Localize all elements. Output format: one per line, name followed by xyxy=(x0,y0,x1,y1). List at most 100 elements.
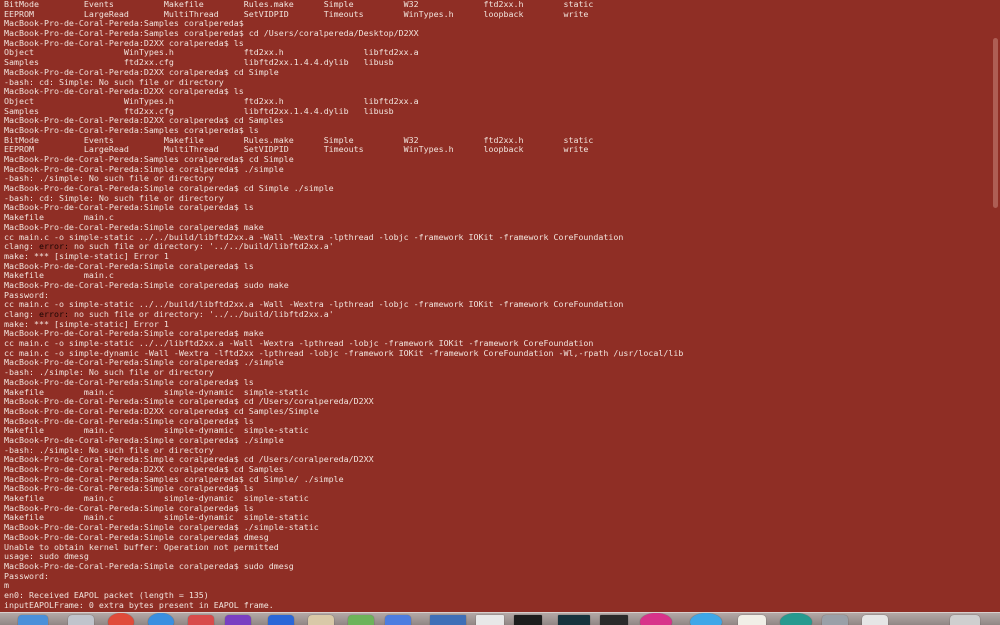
terminal-line: -bash: ./simple: No such file or directo… xyxy=(4,174,990,184)
terminal-line: MacBook-Pro-de-Coral-Pereda:Simple coral… xyxy=(4,562,990,572)
finder-icon[interactable] xyxy=(18,615,48,625)
terminal-text: MacBook-Pro-de-Coral-Pereda:Simple coral… xyxy=(4,164,284,174)
terminal-text: MacBook-Pro-de-Coral-Pereda:Simple coral… xyxy=(4,484,254,494)
terminal-line: MacBook-Pro-de-Coral-Pereda:D2XX coralpe… xyxy=(4,407,990,417)
terminal-line: -bash: ./simple: No such file or directo… xyxy=(4,446,990,456)
terminal-text: MacBook-Pro-de-Coral-Pereda:Simple coral… xyxy=(4,435,284,445)
terminal-scrollbar[interactable] xyxy=(990,0,1000,612)
terminal-line: MacBook-Pro-de-Coral-Pereda:Simple coral… xyxy=(4,262,990,272)
notes-icon[interactable] xyxy=(738,615,766,625)
terminal-text: MacBook-Pro-de-Coral-Pereda:Simple coral… xyxy=(4,222,264,232)
xcode-window-icon[interactable] xyxy=(558,615,590,625)
terminal-text: Password: xyxy=(4,290,49,300)
contacts-icon[interactable] xyxy=(308,615,334,625)
terminal-text: Object WinTypes.h ftd2xx.h libftd2xx.a xyxy=(4,48,419,58)
terminal-line: Object WinTypes.h ftd2xx.h libftd2xx.a xyxy=(4,97,990,107)
terminal-line: MacBook-Pro-de-Coral-Pereda:Simple coral… xyxy=(4,281,990,291)
terminal-text: cc main.c -o simple-static ../../libftd2… xyxy=(4,339,594,349)
terminal-line: MacBook-Pro-de-Coral-Pereda:Simple coral… xyxy=(4,436,990,446)
terminal-line: MacBook-Pro-de-Coral-Pereda:Simple coral… xyxy=(4,165,990,175)
terminal-line: Samples ftd2xx.cfg libftd2xx.1.4.4.dylib… xyxy=(4,107,990,117)
itunes-icon[interactable] xyxy=(385,615,411,625)
terminal-output[interactable]: BitMode Events Makefile Rules.make Simpl… xyxy=(0,0,990,612)
terminal-text: -bash: ./simple: No such file or directo… xyxy=(4,174,214,184)
terminal-line: cc main.c -o simple-static ../../build/l… xyxy=(4,300,990,310)
terminal-line: MacBook-Pro-de-Coral-Pereda:Simple coral… xyxy=(4,504,990,514)
terminal-line: MacBook-Pro-de-Coral-Pereda:D2XX coralpe… xyxy=(4,116,990,126)
terminal-line: EEPROM LargeRead MultiThread SetVIDPID T… xyxy=(4,10,990,20)
terminal-text: Makefile main.c simple-dynamic simple-st… xyxy=(4,426,309,436)
terminal-line: MacBook-Pro-de-Coral-Pereda:Simple coral… xyxy=(4,378,990,388)
messages-icon[interactable] xyxy=(188,615,214,625)
terminal-text: MacBook-Pro-de-Coral-Pereda:Samples cora… xyxy=(4,474,344,484)
terminal-line: cc main.c -o simple-dynamic -Wall -Wextr… xyxy=(4,349,990,359)
terminal-text: make: *** [simple-static] Error 1 xyxy=(4,251,169,261)
terminal-line: MacBook-Pro-de-Coral-Pereda:Simple coral… xyxy=(4,523,990,533)
documents-folder-icon[interactable] xyxy=(862,615,888,625)
error-keyword: error: xyxy=(38,310,69,319)
maps-icon[interactable] xyxy=(348,615,374,625)
terminal-text: make: *** [simple-static] Error 1 xyxy=(4,319,169,329)
system-preferences-icon[interactable] xyxy=(822,615,848,625)
creative-cloud-icon[interactable] xyxy=(640,613,672,625)
terminal-text: MacBook-Pro-de-Coral-Pereda:Simple coral… xyxy=(4,416,254,426)
terminal-text: -bash: ./simple: No such file or directo… xyxy=(4,368,214,378)
terminal-text: Makefile main.c simple-dynamic simple-st… xyxy=(4,513,309,523)
terminal-text: MacBook-Pro-de-Coral-Pereda:D2XX coralpe… xyxy=(4,38,244,48)
terminal-line: MacBook-Pro-de-Coral-Pereda:Samples cora… xyxy=(4,126,990,136)
terminal-text: Makefile main.c simple-dynamic simple-st… xyxy=(4,387,309,397)
terminal-text: MacBook-Pro-de-Coral-Pereda:D2XX coralpe… xyxy=(4,87,244,97)
console-icon[interactable] xyxy=(600,615,628,625)
terminal-line: Samples ftd2xx.cfg libftd2xx.1.4.4.dylib… xyxy=(4,58,990,68)
terminal-text: no such file or directory: '../../build/… xyxy=(68,310,334,319)
terminal-line: MacBook-Pro-de-Coral-Pereda:Samples cora… xyxy=(4,29,990,39)
terminal-line: EEPROM LargeRead MultiThread SetVIDPID T… xyxy=(4,145,990,155)
scrollbar-thumb[interactable] xyxy=(993,38,998,208)
terminal-line: Unable to obtain kernel buffer: Operatio… xyxy=(4,543,990,553)
terminal-line: MacBook-Pro-de-Coral-Pereda:D2XX coralpe… xyxy=(4,465,990,475)
terminal-text: clang: xyxy=(4,242,39,252)
terminal-line: MacBook-Pro-de-Coral-Pereda:Samples cora… xyxy=(4,155,990,165)
terminal-text: MacBook-Pro-de-Coral-Pereda:D2XX coralpe… xyxy=(4,465,284,474)
terminal-line: MacBook-Pro-de-Coral-Pereda:D2XX coralpe… xyxy=(4,87,990,97)
terminal-line: MacBook-Pro-de-Coral-Pereda:Samples cora… xyxy=(4,19,990,29)
terminal-line: make: *** [simple-static] Error 1 xyxy=(4,252,990,262)
safari-icon[interactable] xyxy=(148,613,174,625)
terminal-text: MacBook-Pro-de-Coral-Pereda:Simple coral… xyxy=(4,561,294,571)
terminal-text: Samples ftd2xx.cfg libftd2xx.1.4.4.dylib… xyxy=(4,58,394,68)
terminal-line: MacBook-Pro-de-Coral-Pereda:Simple coral… xyxy=(4,223,990,233)
terminal-line: Password: xyxy=(4,291,990,301)
terminal-text: cc main.c -o simple-static ../../build/l… xyxy=(4,300,624,310)
activity-monitor-icon[interactable] xyxy=(514,615,542,625)
terminal-text: MacBook-Pro-de-Coral-Pereda:Samples cora… xyxy=(4,19,244,29)
terminal-line: Makefile main.c simple-dynamic simple-st… xyxy=(4,513,990,523)
terminal-line: MacBook-Pro-de-Coral-Pereda:Simple coral… xyxy=(4,329,990,339)
terminal-line: MacBook-Pro-de-Coral-Pereda:Samples cora… xyxy=(4,475,990,485)
terminal-text: MacBook-Pro-de-Coral-Pereda:Simple coral… xyxy=(4,523,319,533)
error-keyword: error: xyxy=(38,242,69,252)
terminal-text: -bash: cd: Simple: No such file or direc… xyxy=(4,77,224,87)
terminal-line: Password: xyxy=(4,572,990,582)
terminal-text: Makefile main.c simple-dynamic simple-st… xyxy=(4,494,309,504)
chrome-icon[interactable] xyxy=(108,613,134,625)
terminal-line: en0: Received EAPOL packet (length = 135… xyxy=(4,591,990,601)
terminal-text: Samples ftd2xx.cfg libftd2xx.1.4.4.dylib… xyxy=(4,106,394,116)
terminal-text: MacBook-Pro-de-Coral-Pereda:Simple coral… xyxy=(4,397,374,407)
terminal-window-icon[interactable] xyxy=(476,615,504,625)
terminal-line: MacBook-Pro-de-Coral-Pereda:Simple coral… xyxy=(4,533,990,543)
photos-icon[interactable] xyxy=(225,615,251,625)
terminal-text: EEPROM LargeRead MultiThread SetVIDPID T… xyxy=(4,145,589,155)
app-store-icon[interactable] xyxy=(268,615,294,625)
terminal-text: MacBook-Pro-de-Coral-Pereda:Simple coral… xyxy=(4,280,289,290)
trash-icon[interactable] xyxy=(950,615,980,625)
terminal-line: MacBook-Pro-de-Coral-Pereda:D2XX coralpe… xyxy=(4,39,990,49)
app-icon[interactable] xyxy=(690,613,722,625)
terminal-line: MacBook-Pro-de-Coral-Pereda:Simple coral… xyxy=(4,455,990,465)
terminal-line: Object WinTypes.h ftd2xx.h libftd2xx.a xyxy=(4,48,990,58)
preview-icon[interactable] xyxy=(430,615,466,625)
teal-app-icon[interactable] xyxy=(780,613,812,625)
terminal-text: MacBook-Pro-de-Coral-Pereda:Simple coral… xyxy=(4,532,269,542)
terminal-text: Makefile main.c xyxy=(4,213,114,223)
dock xyxy=(0,612,1000,625)
launchpad-icon[interactable] xyxy=(68,615,94,625)
